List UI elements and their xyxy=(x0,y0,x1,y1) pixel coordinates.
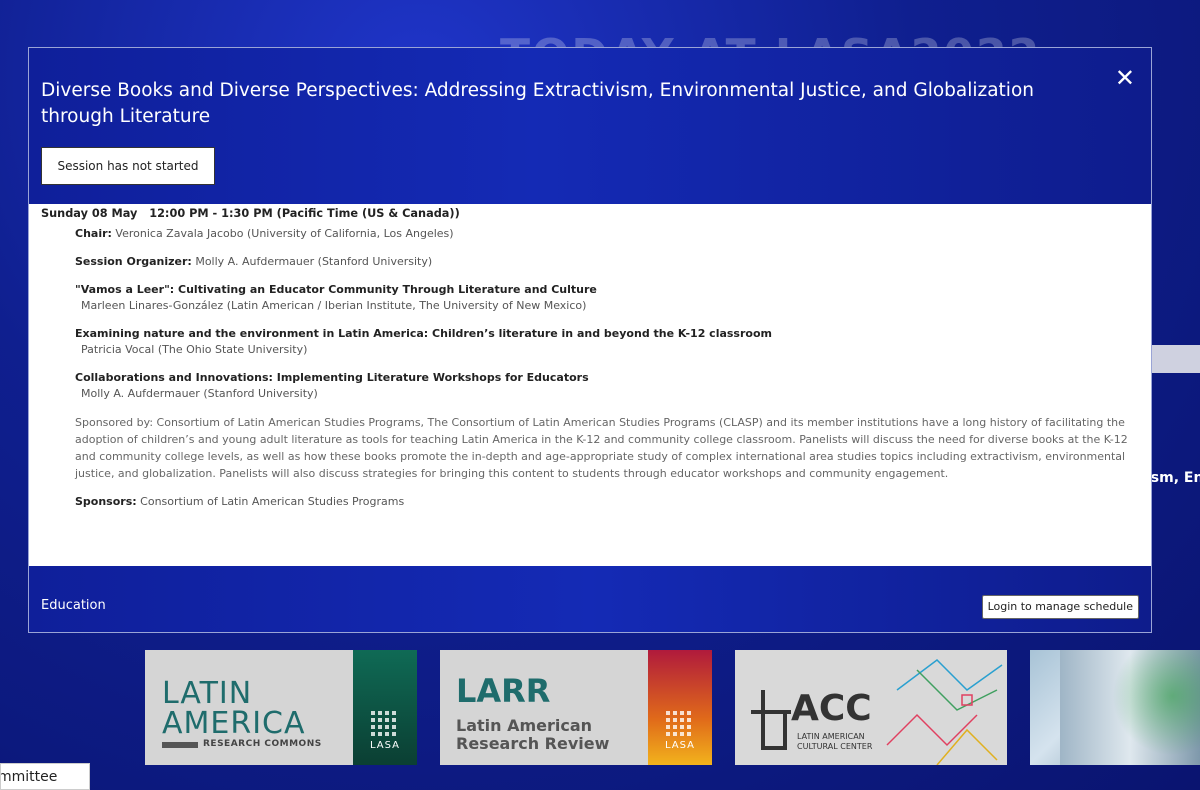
chair-entry: Chair: Veronica Zavala Jacobo (Universit… xyxy=(75,226,1137,242)
organizer-name: Molly A. Aufdermauer (Stanford Universit… xyxy=(195,255,433,268)
banner-text: Research Review xyxy=(456,734,610,753)
banner-latin-american-cultural-center[interactable]: ACC LATIN AMERICAN CULTURAL CENTER xyxy=(735,650,1007,765)
banner-subtext: RESEARCH COMMONS xyxy=(203,739,322,749)
paper-entry: "Vamos a Leer": Cultivating an Educator … xyxy=(75,282,1137,314)
session-description: Sponsored by: Consortium of Latin Americ… xyxy=(75,416,1128,480)
paper-title[interactable]: "Vamos a Leer": Cultivating an Educator … xyxy=(75,282,1137,298)
sponsors-label: Sponsors: xyxy=(75,495,137,508)
paper-author: Molly A. Aufdermauer (Stanford Universit… xyxy=(81,387,318,400)
banner-latin-america-research-commons[interactable]: LATIN AMERICA RESEARCH COMMONS LASA xyxy=(145,650,417,765)
background-text-snippet: ism, Env xyxy=(1152,470,1200,486)
sponsors-entry: Sponsors: Consortium of Latin American S… xyxy=(75,494,1137,510)
session-status-button[interactable]: Session has not started xyxy=(41,147,215,185)
chair-name: Veronica Zavala Jacobo (University of Ca… xyxy=(115,227,454,240)
banner-bar xyxy=(162,742,198,748)
lasa-logo-icon xyxy=(666,708,694,736)
photo-image xyxy=(1060,650,1200,765)
modal-body: Sunday 08 May 12:00 PM - 1:30 PM (Pacifi… xyxy=(29,204,1151,567)
banner-subtext: LATIN AMERICAN CULTURAL CENTER xyxy=(797,732,873,751)
paper-author: Patricia Vocal (The Ohio State Universit… xyxy=(81,343,308,356)
session-date-time: Sunday 08 May 12:00 PM - 1:30 PM (Pacifi… xyxy=(41,207,460,220)
banner-lasa-panel: LASA xyxy=(648,650,712,765)
banner-text: LARR xyxy=(456,672,551,710)
session-modal: Diverse Books and Diverse Perspectives: … xyxy=(28,47,1152,633)
modal-footer: Education Login to manage schedule xyxy=(29,566,1151,632)
lasa-logo-icon xyxy=(371,708,399,736)
banner-text: ACC xyxy=(791,688,872,729)
background-strip xyxy=(1152,345,1200,373)
modal-header: Diverse Books and Diverse Perspectives: … xyxy=(29,48,1151,204)
chair-label: Chair: xyxy=(75,227,112,240)
decorative-lines-icon xyxy=(886,659,1003,765)
paper-entry: Collaborations and Innovations: Implemen… xyxy=(75,370,1137,402)
paper-author: Marleen Linares-González (Latin American… xyxy=(81,299,587,312)
paper-entry: Examining nature and the environment in … xyxy=(75,326,1137,358)
banner-larr[interactable]: LARR Latin American Research Review LASA xyxy=(440,650,712,765)
banner-text: AMERICA xyxy=(162,706,306,741)
paper-title[interactable]: Examining nature and the environment in … xyxy=(75,326,1137,342)
session-details: Chair: Veronica Zavala Jacobo (Universit… xyxy=(75,226,1137,522)
session-title: Diverse Books and Diverse Perspectives: … xyxy=(41,80,1034,127)
acc-logo-icon xyxy=(761,710,787,750)
banner-text: Latin American xyxy=(456,716,593,735)
paper-title[interactable]: Collaborations and Innovations: Implemen… xyxy=(75,370,1137,386)
background-committee-tab[interactable]: mmittee xyxy=(0,763,90,790)
banner-photo[interactable] xyxy=(1030,650,1200,765)
sponsors-name: Consortium of Latin American Studies Pro… xyxy=(140,495,405,508)
organizer-entry: Session Organizer: Molly A. Aufdermauer … xyxy=(75,254,1137,270)
banner-lasa-panel: LASA xyxy=(353,650,417,765)
lasa-label: LASA xyxy=(664,740,695,751)
close-icon[interactable]: ✕ xyxy=(1115,66,1135,90)
lasa-label: LASA xyxy=(369,740,400,751)
session-track: Education xyxy=(41,598,106,613)
login-manage-schedule-button[interactable]: Login to manage schedule xyxy=(981,595,1139,619)
organizer-label: Session Organizer: xyxy=(75,255,192,268)
